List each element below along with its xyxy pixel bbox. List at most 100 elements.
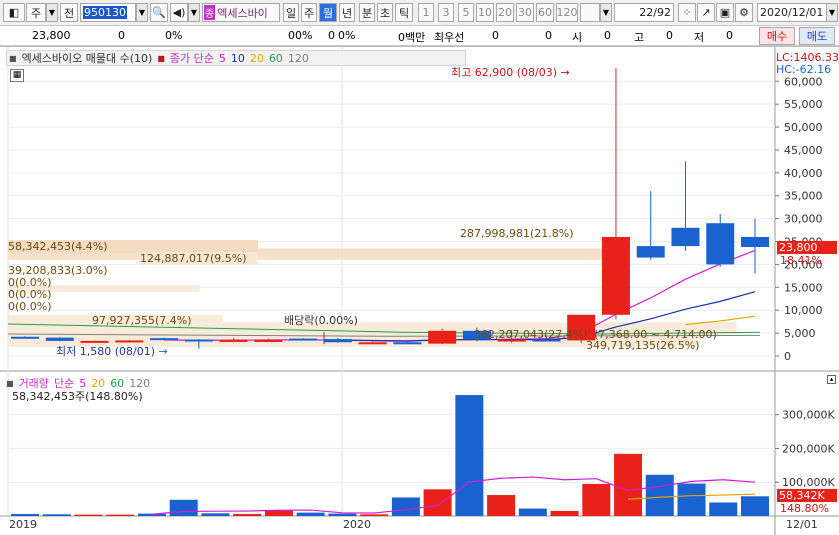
custom-interval-field[interactable]: [580, 3, 600, 22]
date-dropdown-icon[interactable]: ▼: [826, 3, 838, 22]
legend-square-icon: ■: [9, 53, 17, 63]
price-legend[interactable]: ■ 엑세스바이오 매물대 수(10) ■ 종가 단순 5 10 20 60 12…: [6, 50, 466, 66]
candle-body: [393, 342, 422, 345]
pct-3: 0%: [338, 29, 356, 42]
period-year[interactable]: 년: [339, 3, 355, 22]
high-note: 최고 62,900 (08/03) →: [451, 64, 570, 80]
profile-label-10: 349,719,135(26.5%): [586, 339, 700, 352]
volume-bar: [455, 395, 484, 516]
candle-body: [706, 223, 735, 265]
interval-120[interactable]: 120: [556, 3, 578, 22]
volume-bar: [518, 508, 547, 516]
volume-bar: [169, 499, 198, 516]
page-total: /92: [653, 6, 671, 19]
right-arrow-icon-2: →: [158, 345, 168, 358]
toolbar: ◧ 주 ▼ 전 950130 ▼ 🔍 ◀) ▼ 종 엑세스바이 일 주 월 년 …: [0, 0, 839, 26]
high-value: 0: [666, 29, 673, 42]
ma-period-10: 10: [230, 51, 245, 65]
open-label: 시: [572, 31, 583, 44]
save-icon[interactable]: ▣: [716, 3, 734, 22]
high-note-text: 최고 62,900 (08/03): [451, 66, 558, 79]
interval-5[interactable]: 5: [458, 3, 474, 22]
ma-period-20: 20: [249, 51, 264, 65]
interval-60[interactable]: 60: [536, 3, 554, 22]
grid-icon[interactable]: ⁘: [678, 3, 696, 22]
interval-dropdown-icon[interactable]: ▼: [600, 3, 612, 22]
volume-bar: [550, 510, 579, 516]
volume-legend-square-icon: ■: [6, 378, 14, 388]
trend-icon[interactable]: ↗: [697, 3, 715, 22]
chart-area[interactable]: 60,000 55,000 50,000 45,000 40,000 35,000 30,0…: [0, 46, 839, 535]
profile-label-6: 0(0.0%): [8, 300, 52, 313]
period-minute[interactable]: 분: [359, 3, 375, 22]
search-icon[interactable]: 🔍: [150, 3, 168, 22]
speaker-icon[interactable]: ◀): [170, 3, 188, 22]
best-label: 최우선: [434, 31, 465, 44]
best-value-2: 0: [545, 29, 552, 42]
interval-3[interactable]: 3: [438, 3, 454, 22]
volume-bar: [74, 514, 103, 516]
ma-period-120: 120: [287, 51, 309, 65]
candle-body: [358, 342, 387, 345]
candle-body: [636, 246, 665, 258]
interval-1[interactable]: 1: [418, 3, 434, 22]
dividend-note: 배당락(0.00%): [284, 314, 358, 327]
current-pct-label: 18.41%: [780, 254, 822, 267]
prev-button[interactable]: 전: [60, 3, 78, 22]
price-tick-label: 40,000: [784, 167, 823, 180]
low-value: 0: [726, 29, 733, 42]
interval-20[interactable]: 20: [496, 3, 514, 22]
x-cursor-label: 12/01: [786, 518, 818, 531]
interval-10[interactable]: 10: [476, 3, 494, 22]
volume-bar: [264, 510, 293, 516]
code-value: 950130: [83, 6, 127, 19]
volume-tick-label: 200,000K: [782, 442, 835, 455]
volume-panel-toggle-icon[interactable]: ▴: [827, 375, 836, 384]
quote-bar: 23,800 0 0% 0 0% 0 0% 0백만 최우선 0 0 시 0 고 …: [0, 26, 839, 46]
layout-icon[interactable]: ◧: [3, 3, 25, 22]
type-dropdown-icon[interactable]: ▼: [46, 3, 58, 22]
speaker-dropdown-icon[interactable]: ▼: [188, 3, 200, 22]
period-second[interactable]: 초: [377, 3, 393, 22]
ma-label: 종가 단순: [169, 52, 214, 65]
hc-label: HC:-62.16: [776, 63, 832, 76]
x-label-2020: 2020: [343, 518, 371, 531]
current-volume-label: 58,342,453주(148.80%): [12, 390, 143, 403]
price-tick-label: 45,000: [784, 144, 823, 157]
period-week[interactable]: 주: [301, 3, 317, 22]
change-value: 0: [118, 29, 125, 42]
volume-bar: [741, 496, 769, 516]
interval-30[interactable]: 30: [516, 3, 534, 22]
settings-icon[interactable]: ⚙: [735, 3, 753, 22]
volume-bar: [709, 502, 738, 516]
volume-bar: [328, 513, 357, 516]
table-icon[interactable]: ▦: [10, 69, 24, 82]
profile-label-9: 362,207,043(27.4%): [474, 328, 588, 341]
value-3: 0: [328, 29, 335, 42]
price-tick-label: 35,000: [784, 190, 823, 203]
period-month[interactable]: 월: [319, 3, 337, 22]
page-counter[interactable]: 22/92: [614, 3, 674, 22]
type-select[interactable]: 주: [26, 3, 46, 22]
price-tick-label: 55,000: [784, 98, 823, 111]
period-day[interactable]: 일: [283, 3, 299, 22]
volume-bar: [423, 489, 452, 516]
stock-name: 엑세스바이: [217, 6, 268, 20]
profile-label-2: 124,887,017(9.5%): [140, 252, 258, 265]
price-volume-chart[interactable]: 60,00055,00050,00045,00040,00035,00030,0…: [0, 47, 839, 535]
stock-name-field[interactable]: 종 엑세스바이: [202, 3, 280, 22]
current-volume-badge: 58,342K: [777, 489, 837, 502]
chart-window: ◧ 주 ▼ 전 950130 ▼ 🔍 ◀) ▼ 종 엑세스바이 일 주 월 년 …: [0, 0, 839, 535]
code-dropdown-icon[interactable]: ▼: [136, 3, 148, 22]
buy-button[interactable]: 매수: [759, 27, 795, 45]
sell-button[interactable]: 매도: [799, 27, 835, 45]
price-tick-label: 50,000: [784, 121, 823, 134]
code-input[interactable]: 950130: [80, 3, 136, 22]
volume-tick-label: 300,000K: [782, 409, 835, 422]
right-arrow-icon: →: [560, 66, 570, 79]
open-value: 0: [604, 29, 611, 42]
date-field[interactable]: 2020/12/01: [757, 3, 827, 22]
candle-body: [671, 227, 700, 247]
period-tick[interactable]: 틱: [395, 3, 413, 22]
candle-body: [254, 339, 283, 342]
